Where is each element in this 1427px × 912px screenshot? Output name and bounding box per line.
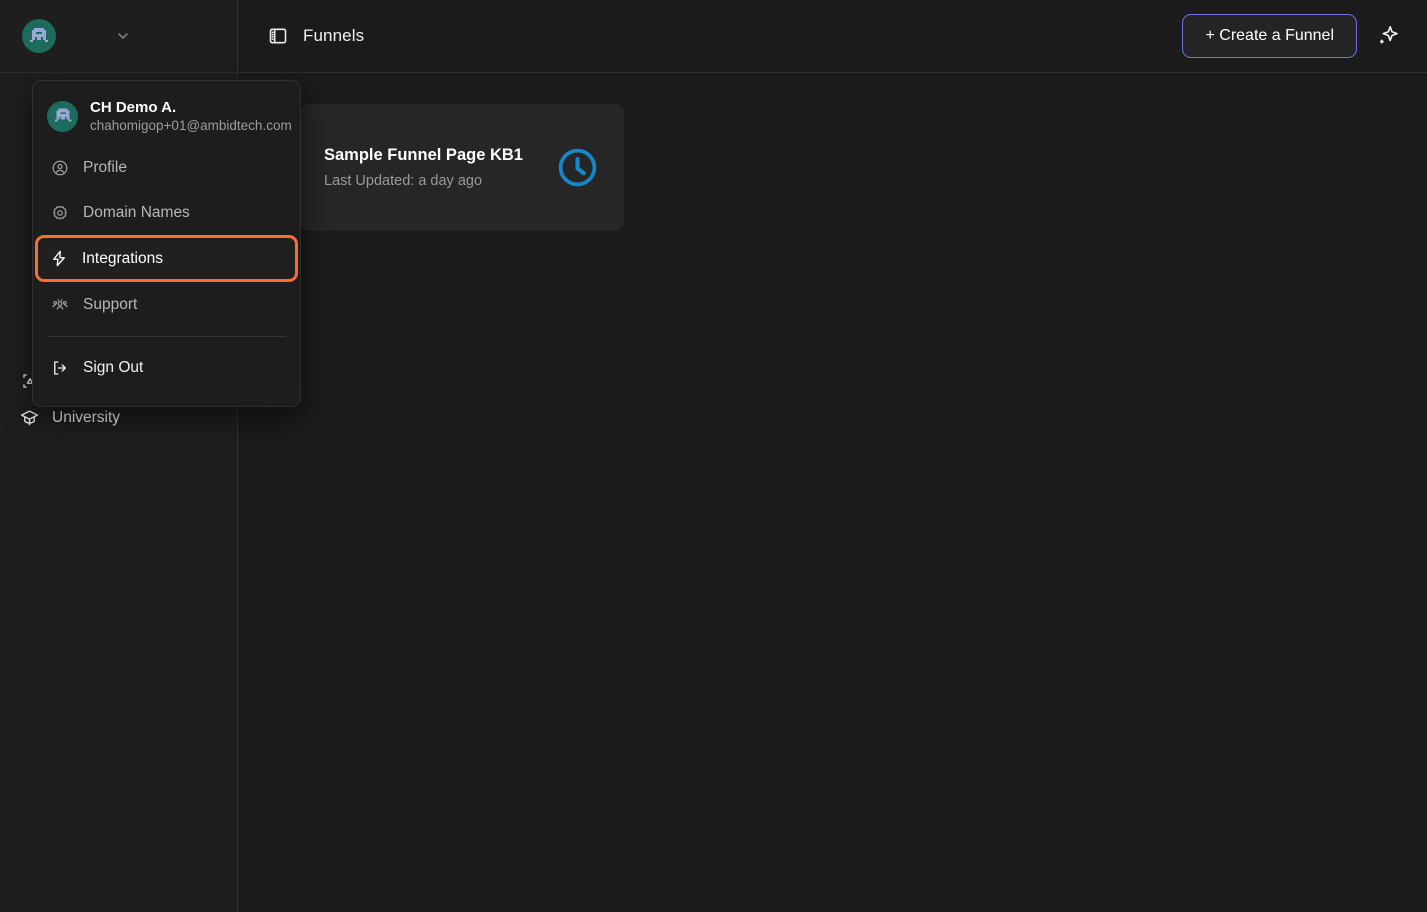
dropdown-user-header: CH Demo A. chahomigop+01@ambidtech.com: [33, 91, 300, 145]
menu-item-label: Support: [83, 295, 138, 313]
menu-item-domain-names[interactable]: Domain Names: [37, 190, 296, 235]
funnel-card[interactable]: Sample Funnel Page KB1 Last Updated: a d…: [300, 104, 624, 231]
account-dropdown-menu: CH Demo A. chahomigop+01@ambidtech.com P…: [32, 80, 301, 407]
sidebar-item-label: University: [52, 408, 121, 426]
clock-icon: [555, 145, 600, 190]
sparkle-ai-icon[interactable]: [1371, 19, 1405, 53]
brand-row[interactable]: [0, 0, 238, 73]
menu-item-integrations[interactable]: Integrations: [35, 235, 298, 282]
page-title: Funnels: [303, 26, 365, 45]
gear-icon: [51, 204, 69, 222]
menu-divider: [47, 336, 286, 337]
menu-item-label: Sign Out: [83, 358, 144, 376]
header-right: + Create a Funnel: [1182, 14, 1405, 58]
user-name: CH Demo A.: [90, 99, 177, 116]
menu-item-sign-out[interactable]: Sign Out: [37, 345, 296, 390]
main-content: Sample Funnel Page KB1 Last Updated: a d…: [238, 74, 1427, 912]
people-icon: [51, 296, 69, 314]
chevron-down-icon[interactable]: [110, 23, 136, 49]
funnel-card-text: Sample Funnel Page KB1 Last Updated: a d…: [324, 146, 523, 189]
user-circle-icon: [51, 159, 69, 177]
app-root: Launch Pad University: [0, 0, 1427, 912]
space-invader-avatar: [47, 100, 78, 132]
menu-item-support[interactable]: Support: [37, 282, 296, 327]
space-invader-avatar[interactable]: [22, 19, 56, 53]
dropdown-user-text: CH Demo A. chahomigop+01@ambidtech.com: [90, 99, 292, 133]
sidebar-toggle-icon[interactable]: [268, 26, 288, 46]
top-header: Funnels + Create a Funnel: [238, 0, 1427, 73]
graduation-cap-icon: [20, 408, 39, 427]
menu-item-label: Domain Names: [83, 203, 190, 221]
menu-item-label: Profile: [83, 158, 127, 176]
menu-item-profile[interactable]: Profile: [37, 145, 296, 190]
funnel-card-title: Sample Funnel Page KB1: [324, 146, 523, 164]
menu-item-label: Integrations: [82, 249, 163, 267]
lightning-bolt-icon: [50, 250, 68, 268]
create-funnel-button[interactable]: + Create a Funnel: [1182, 14, 1357, 58]
user-email: chahomigop+01@ambidtech.com: [90, 118, 292, 133]
funnel-card-subtitle: Last Updated: a day ago: [324, 173, 483, 189]
logout-icon: [51, 359, 69, 377]
header-left: Funnels: [268, 26, 364, 46]
